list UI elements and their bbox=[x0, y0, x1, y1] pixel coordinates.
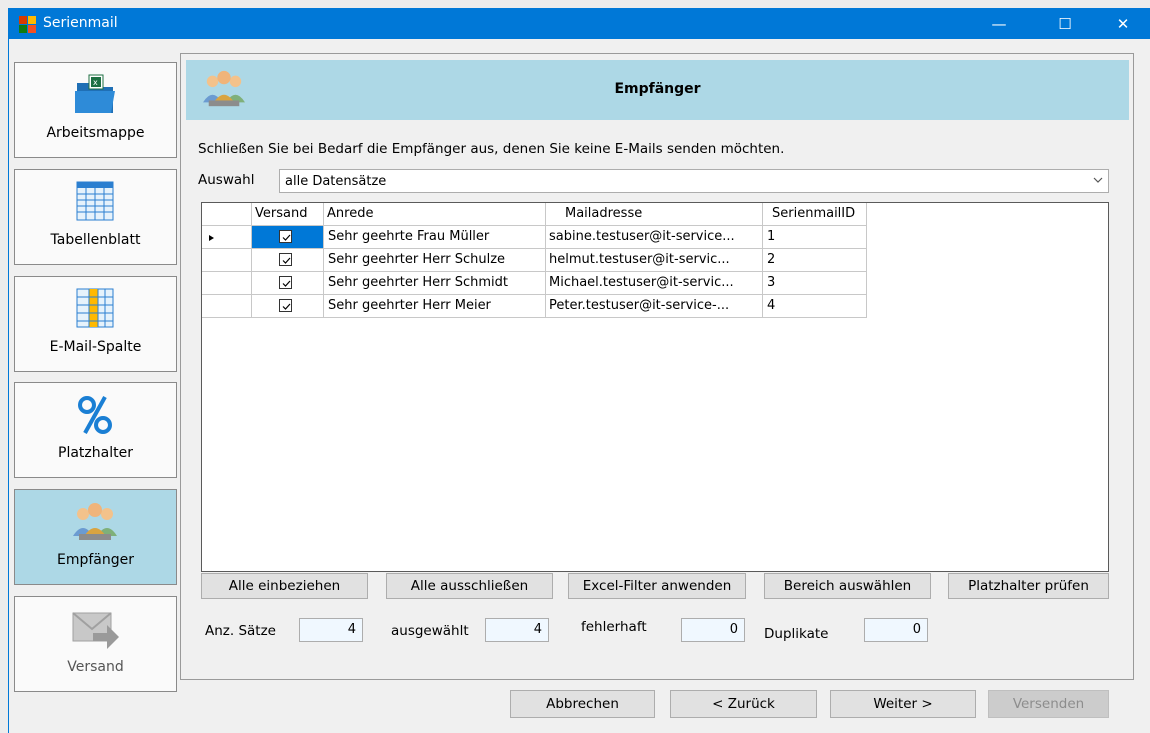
cell-mail-row-3[interactable]: Michael.testuser@it-servic... bbox=[549, 272, 761, 293]
versand-checkbox-row-2[interactable] bbox=[279, 253, 292, 266]
spreadsheet-icon bbox=[76, 181, 114, 221]
checkmark-icon bbox=[282, 257, 291, 264]
nav-label-platzhalter: Platzhalter bbox=[58, 445, 133, 461]
versand-checkbox-row-1[interactable] bbox=[279, 230, 292, 243]
cell-id-row-4[interactable]: 4 bbox=[767, 295, 865, 316]
recipients-icon bbox=[73, 503, 117, 540]
next-button[interactable]: Weiter > bbox=[830, 690, 976, 718]
versand-checkbox-row-3[interactable] bbox=[279, 276, 292, 289]
window-title: Serienmail bbox=[43, 15, 118, 31]
send-mail-icon bbox=[72, 612, 119, 649]
column-header-anrede[interactable]: Anrede bbox=[323, 203, 545, 225]
column-header-mailadresse[interactable]: Mailadresse bbox=[545, 203, 762, 225]
checkmark-icon bbox=[282, 234, 291, 241]
nav-tile-email-spalte[interactable]: E-Mail-Spalte bbox=[14, 276, 177, 372]
back-button[interactable]: < Zurück bbox=[670, 690, 817, 718]
svg-text:x: x bbox=[93, 78, 98, 87]
recipients-grid[interactable]: Versand Anrede Mailadresse SerienmailID … bbox=[201, 202, 1109, 572]
title-bar[interactable]: Serienmail — ☐ ✕ bbox=[9, 9, 1150, 39]
cell-mail-row-2[interactable]: helmut.testuser@it-servic... bbox=[549, 249, 761, 270]
cancel-button[interactable]: Abbrechen bbox=[510, 690, 655, 718]
selected-label: ausgewählt bbox=[391, 623, 469, 639]
nav-tile-versand[interactable]: Versand bbox=[14, 596, 177, 692]
nav-tile-tabellenblatt[interactable]: Tabellenblatt bbox=[14, 169, 177, 265]
excel-filter-button[interactable]: Excel-Filter anwenden bbox=[568, 573, 746, 599]
cell-anrede-row-2[interactable]: Sehr geehrter Herr Schulze bbox=[328, 249, 543, 270]
nav-label-versand: Versand bbox=[67, 659, 124, 675]
duplicates-label: Duplikate bbox=[764, 626, 829, 642]
duplicates-field: 0 bbox=[864, 618, 928, 642]
auswahl-dropdown[interactable]: alle Datensätze bbox=[279, 169, 1109, 193]
email-column-icon bbox=[76, 288, 114, 328]
cell-mail-row-4[interactable]: Peter.testuser@it-service-... bbox=[549, 295, 761, 316]
percent-icon bbox=[78, 396, 112, 434]
page-title: Empfänger bbox=[614, 81, 701, 97]
workbook-folder-icon: x bbox=[75, 74, 115, 113]
check-placeholders-button[interactable]: Platzhalter prüfen bbox=[948, 573, 1109, 599]
nav-label-empfaenger: Empfänger bbox=[56, 552, 134, 568]
app-icon bbox=[19, 16, 36, 33]
auswahl-value: alle Datensätze bbox=[285, 174, 387, 189]
checkmark-icon bbox=[282, 303, 291, 310]
column-header-serienmailid[interactable]: SerienmailID bbox=[762, 203, 866, 225]
include-all-button[interactable]: Alle einbeziehen bbox=[201, 573, 368, 599]
cell-id-row-2[interactable]: 2 bbox=[767, 249, 865, 270]
selected-field: 4 bbox=[485, 618, 549, 642]
nav-label-tabellenblatt: Tabellenblatt bbox=[50, 232, 141, 248]
nav-tile-arbeitsmappe[interactable]: x Arbeitsmappe bbox=[14, 62, 177, 158]
errors-label: fehlerhaft bbox=[581, 619, 647, 635]
minimize-button[interactable]: — bbox=[977, 9, 1021, 39]
cell-id-row-3[interactable]: 3 bbox=[767, 272, 865, 293]
current-row-icon bbox=[209, 235, 214, 241]
nav-tile-platzhalter[interactable]: Platzhalter bbox=[14, 382, 177, 478]
intro-text: Schließen Sie bei Bedarf die Empfänger a… bbox=[198, 141, 785, 157]
chevron-down-icon[interactable] bbox=[1092, 174, 1104, 186]
versand-checkbox-row-4[interactable] bbox=[279, 299, 292, 312]
column-header-versand[interactable]: Versand bbox=[251, 203, 323, 225]
count-field: 4 bbox=[299, 618, 363, 642]
cell-mail-row-1[interactable]: sabine.testuser@it-service... bbox=[549, 226, 761, 247]
count-label: Anz. Sätze bbox=[205, 623, 276, 639]
maximize-button[interactable]: ☐ bbox=[1043, 9, 1087, 39]
nav-label-arbeitsmappe: Arbeitsmappe bbox=[46, 125, 145, 141]
checkmark-icon bbox=[282, 280, 291, 287]
exclude-all-button[interactable]: Alle ausschließen bbox=[386, 573, 553, 599]
cell-id-row-1[interactable]: 1 bbox=[767, 226, 865, 247]
cell-anrede-row-1[interactable]: Sehr geehrte Frau Müller bbox=[328, 226, 543, 247]
nav-label-email-spalte: E-Mail-Spalte bbox=[49, 339, 142, 355]
close-button[interactable]: ✕ bbox=[1101, 9, 1145, 39]
select-range-button[interactable]: Bereich auswählen bbox=[764, 573, 931, 599]
cell-anrede-row-3[interactable]: Sehr geehrter Herr Schmidt bbox=[328, 272, 543, 293]
auswahl-label: Auswahl bbox=[198, 172, 255, 188]
errors-field: 0 bbox=[681, 618, 745, 642]
cell-anrede-row-4[interactable]: Sehr geehrter Herr Meier bbox=[328, 295, 543, 316]
page-header: Empfänger bbox=[186, 60, 1129, 120]
nav-tile-empfaenger[interactable]: Empfänger bbox=[14, 489, 177, 585]
send-button[interactable]: Versenden bbox=[988, 690, 1109, 718]
